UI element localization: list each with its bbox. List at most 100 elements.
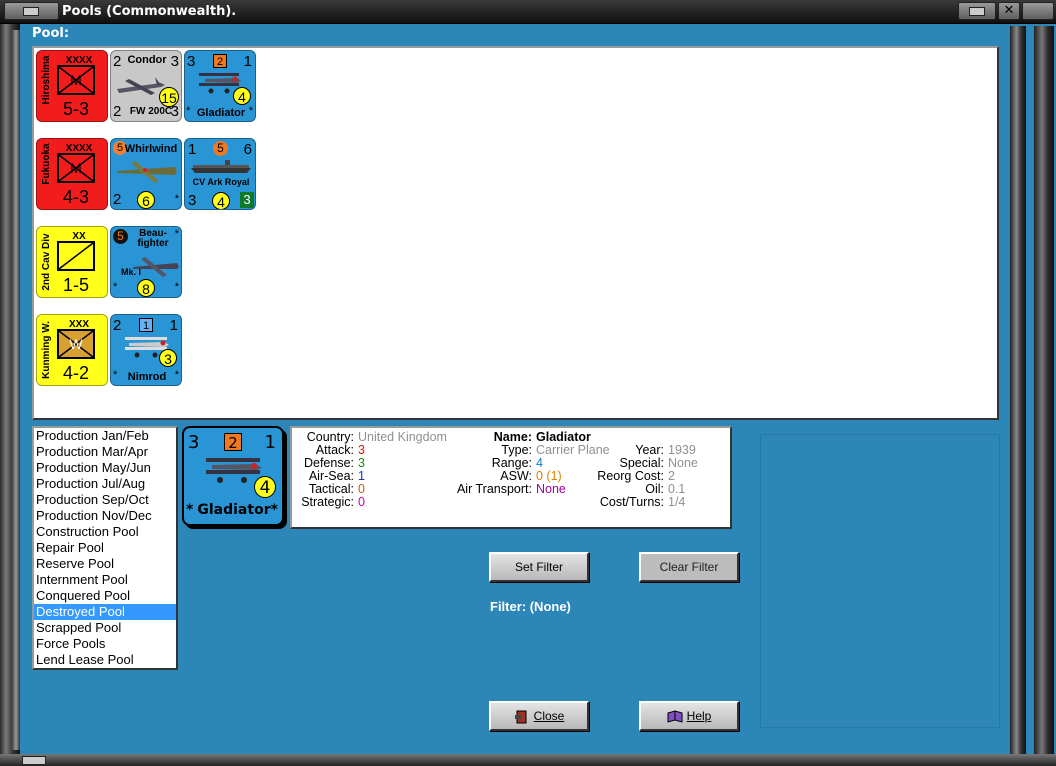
counter-badge: 1	[139, 318, 153, 332]
list-item-production-may-jun[interactable]: Production May/Jun	[34, 460, 176, 476]
clear-filter-button[interactable]: Clear Filter	[639, 552, 739, 582]
counter-left-top: 3	[187, 53, 196, 70]
list-item-repair-pool[interactable]: Repair Pool	[34, 540, 176, 556]
list-item-production-jul-aug[interactable]: Production Jul/Aug	[34, 476, 176, 492]
resize-grip[interactable]	[22, 756, 46, 765]
counter-left-bottom: 3	[188, 192, 197, 209]
cost-turns-label: Cost/Turns:	[599, 495, 664, 509]
counter-letter: M	[70, 72, 82, 88]
cavalry-unit-icon	[57, 241, 95, 271]
counter-side-text: Hiroshima	[41, 55, 52, 105]
list-item-internment-pool[interactable]: Internment Pool	[34, 572, 176, 588]
counter-badge: 2	[213, 54, 227, 68]
unit-counter-ark-royal[interactable]: 1 5 6 CV Ark Royal 3 4 3	[184, 138, 256, 210]
counter-right-bottom: 3	[170, 103, 179, 120]
close-icon[interactable]: ✕	[998, 2, 1020, 20]
airsea-value: 1	[358, 469, 365, 483]
maximize-button[interactable]	[1022, 2, 1054, 20]
pool-area[interactable]: Hiroshima XXXX M 5-3 2 Condor 3 15 2 FW …	[32, 46, 999, 420]
list-item-production-mar-apr[interactable]: Production Mar/Apr	[34, 444, 176, 460]
pool-list[interactable]: Production Jan/Feb Production Mar/Apr Pr…	[32, 426, 178, 670]
counter-name-top2: fighter	[137, 238, 169, 249]
set-filter-button[interactable]: Set Filter	[489, 552, 589, 582]
counter-right-top: 1	[169, 317, 178, 334]
window-frame-bottom	[0, 754, 1056, 766]
list-item-production-sep-oct[interactable]: Production Sep/Oct	[34, 492, 176, 508]
list-item-production-jan-feb[interactable]: Production Jan/Feb	[34, 428, 176, 444]
system-menu-button[interactable]	[4, 2, 59, 20]
counter-yellow-value: 8	[137, 279, 155, 297]
counter-left-top: 1	[188, 141, 197, 158]
counter-side-text: 2nd Cav Div	[41, 233, 52, 291]
reorg-cost-label: Reorg Cost:	[597, 469, 664, 483]
help-button[interactable]: Help	[639, 701, 739, 731]
country-value: United Kingdom	[358, 430, 447, 444]
counter-strength: 4-3	[62, 187, 89, 207]
asw-label: ASW:	[500, 469, 532, 483]
counter-star: *	[174, 193, 179, 205]
counter-side-text: Kunming W.	[41, 321, 52, 379]
unit-counter-nimrod[interactable]: 2 1 1 3 * Nimrod *	[110, 314, 182, 386]
list-item-destroyed-pool[interactable]: Destroyed Pool	[34, 604, 176, 620]
unit-counter-gladiator[interactable]: 3 2 1 4 * Gladiator *	[184, 50, 256, 122]
list-item-conquered-pool[interactable]: Conquered Pool	[34, 588, 176, 604]
counter-strength: 5-3	[62, 99, 89, 119]
counter-star: *	[113, 281, 118, 293]
airsea-label: Air-Sea:	[308, 469, 354, 483]
type-label: Type:	[501, 443, 532, 457]
counter-badge: 2	[224, 433, 242, 452]
tactical-value: 0	[358, 482, 365, 496]
name-label: Name:	[493, 430, 532, 444]
counter-left-top: 3	[188, 432, 200, 453]
list-item-lend-lease-pool[interactable]: Lend Lease Pool	[34, 652, 176, 668]
counter-yellow-value: 4	[212, 192, 230, 209]
restore-button[interactable]	[958, 2, 996, 20]
counter-name-bottom: Gladiator	[196, 107, 246, 119]
list-item-reserve-pool[interactable]: Reserve Pool	[34, 556, 176, 572]
counter-star: *	[174, 369, 179, 381]
defense-value: 3	[358, 456, 365, 470]
filter-status: Filter: (None)	[490, 599, 571, 614]
unit-counter-whirlwind[interactable]: 5 Whirlwind 2 6 *	[110, 138, 182, 210]
close-button[interactable]: Close	[489, 701, 589, 731]
preview-panel	[760, 434, 1000, 728]
name-value: Gladiator	[536, 430, 591, 444]
pool-label: Pool:	[32, 26, 70, 41]
counter-star: *	[174, 281, 179, 293]
special-label: Special:	[619, 456, 664, 470]
unit-counter-fukuoka[interactable]: Fukuoka XXXX M 4-3	[36, 138, 108, 210]
list-item-force-pools[interactable]: Force Pools	[34, 636, 176, 652]
mountain-unit-icon: M	[57, 65, 95, 95]
attack-label: Attack:	[315, 443, 354, 457]
unit-counter-hiroshima[interactable]: Hiroshima XXXX M 5-3	[36, 50, 108, 122]
strategic-label: Strategic:	[301, 495, 354, 509]
list-item-construction-pool[interactable]: Construction Pool	[34, 524, 176, 540]
counter-letter: M	[70, 160, 82, 176]
counter-yellow-value: 6	[137, 191, 155, 209]
counter-right-top: 3	[170, 53, 179, 70]
unit-info-box: Country: United Kingdom Attack: 3 Defens…	[290, 426, 732, 529]
carrier-ship-icon	[191, 160, 251, 173]
counter-strength: 4-2	[62, 363, 89, 383]
counter-letter: W	[69, 336, 83, 352]
range-label: Range:	[491, 456, 532, 470]
unit-counter-beaufighter[interactable]: 5 Beau- fighter * Mk. I * 8 *	[110, 226, 182, 298]
counter-yellow-value: 3	[159, 349, 177, 367]
window-frame-right-bar	[1010, 26, 1026, 754]
counter-name-mid: CV Ark Royal	[192, 177, 250, 187]
mountain-unit-icon: M	[57, 153, 95, 183]
counter-badge: 5	[213, 141, 228, 156]
counter-name-bottom: Nimrod	[127, 371, 167, 383]
list-item-production-nov-dec[interactable]: Production Nov/Dec	[34, 508, 176, 524]
unit-counter-cav-div[interactable]: 2nd Cav Div XX 1-5	[36, 226, 108, 298]
list-item-scrapped-pool[interactable]: Scrapped Pool	[34, 620, 176, 636]
window-frame-right-edge	[1034, 26, 1054, 754]
special-value: None	[668, 456, 698, 470]
unit-counter-kunming[interactable]: Kunming W. XXX W 4-2	[36, 314, 108, 386]
attack-value: 3	[358, 443, 365, 457]
defense-label: Defense:	[303, 456, 354, 470]
unit-counter-condor[interactable]: 2 Condor 3 15 2 FW 200C 3	[110, 50, 182, 122]
strategic-value: 0	[358, 495, 365, 509]
close-button-label: Close	[533, 709, 565, 723]
close-door-icon	[514, 710, 527, 724]
